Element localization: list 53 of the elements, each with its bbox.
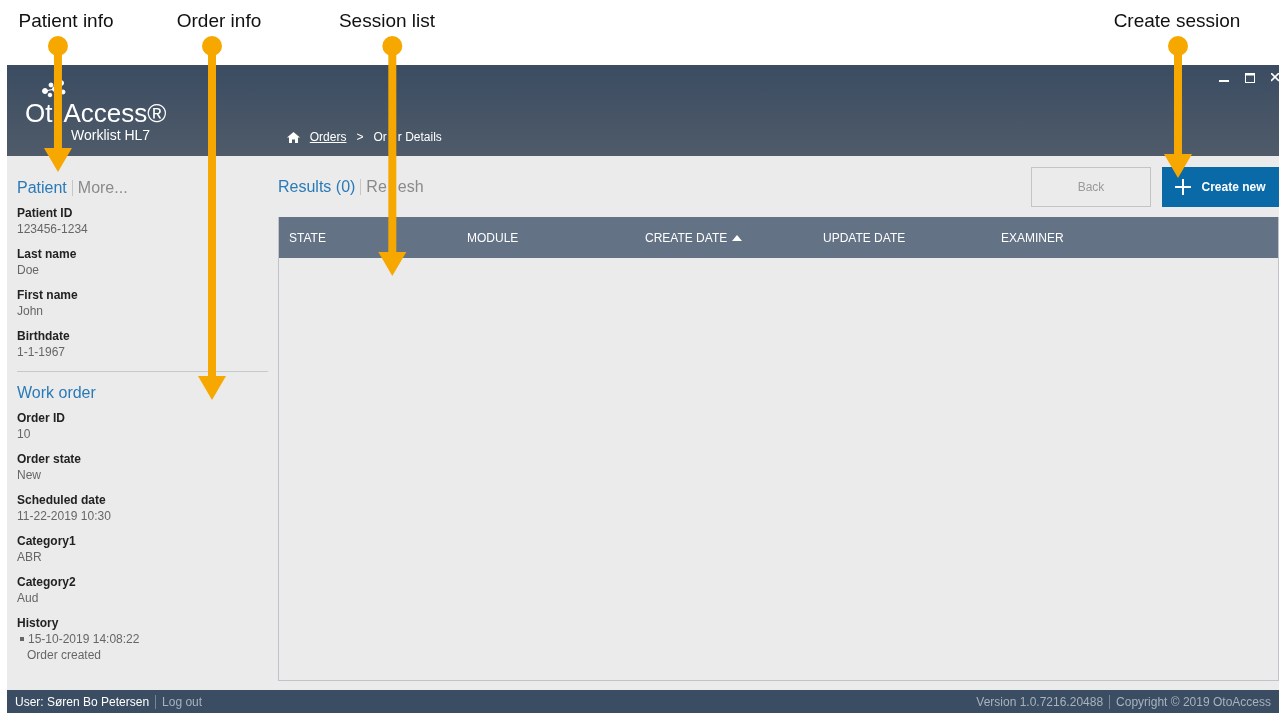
history-time: 15-10-2019 14:08:22 <box>28 631 140 647</box>
home-icon[interactable] <box>286 131 300 143</box>
column-header[interactable]: STATE <box>289 230 467 245</box>
breadcrumb-current: r Details <box>397 130 442 144</box>
create-button[interactable]: Create new <box>1162 167 1279 207</box>
bullet-icon <box>20 637 24 641</box>
annotation-label: Session list <box>338 10 436 32</box>
field-value: 11-22-2019 10:30 <box>17 508 112 524</box>
field-value: 10 <box>17 426 32 442</box>
field-label: History <box>17 615 60 631</box>
field-label: Patient ID <box>17 205 74 221</box>
tab[interactable]: esh <box>397 177 424 196</box>
close-icon[interactable] <box>1271 73 1279 83</box>
tab[interactable]: Patient <box>17 179 67 197</box>
breadcrumb-current: Or <box>373 130 387 144</box>
field-label: Scheduled date <box>17 492 107 508</box>
field-label: Birthdate <box>17 328 71 344</box>
field-label: Order state <box>17 451 83 467</box>
copyright-text: Copyright © 2019 OtoAccess <box>1116 694 1271 709</box>
column-header[interactable]: MODULE <box>467 230 645 245</box>
field-value: John <box>17 303 45 319</box>
field-value: Aud <box>17 590 40 606</box>
app-logo-text: Access® <box>63 100 167 126</box>
maximize-icon[interactable] <box>1245 73 1255 83</box>
tab[interactable]: Results (0) <box>278 177 356 196</box>
column-header[interactable]: CREATE DATE <box>645 230 823 245</box>
field-value: ABR <box>17 549 43 565</box>
history-text: Order created <box>26 647 103 663</box>
annotation-label: Create session <box>1113 10 1241 32</box>
column-header[interactable]: EXAMINER <box>1001 230 1179 245</box>
field-label: Category1 <box>17 533 77 549</box>
user-name: User: Søren Bo Petersen <box>15 694 150 709</box>
field-value: Doe <box>17 262 40 278</box>
app-subtitle: Worklist HL7 <box>71 127 151 143</box>
field-label: Last name <box>17 246 78 262</box>
field-value: 1-1-1967 <box>17 344 67 360</box>
field-value: 123456-1234 <box>17 221 89 237</box>
field-value: New <box>17 467 42 483</box>
annotation-label: Order info <box>176 10 262 32</box>
tab[interactable]: Re <box>366 177 387 196</box>
breadcrumb-separator: > <box>356 130 364 144</box>
section-heading: Work order <box>17 384 97 402</box>
plus-icon <box>1175 179 1192 195</box>
tab[interactable]: More... <box>77 179 128 197</box>
app-logo-text: Ot <box>25 100 53 126</box>
column-header[interactable]: UPDATE DATE <box>823 230 1001 245</box>
annotation-label: Patient info <box>18 10 114 32</box>
field-label: Order ID <box>17 410 66 426</box>
field-label: First name <box>17 287 79 303</box>
logout-link[interactable]: Log out <box>162 694 203 709</box>
breadcrumb-link[interactable]: Orders <box>309 130 347 144</box>
version-text: Version 1.0.7216.20488 <box>976 694 1104 709</box>
field-label: Category2 <box>17 574 77 590</box>
